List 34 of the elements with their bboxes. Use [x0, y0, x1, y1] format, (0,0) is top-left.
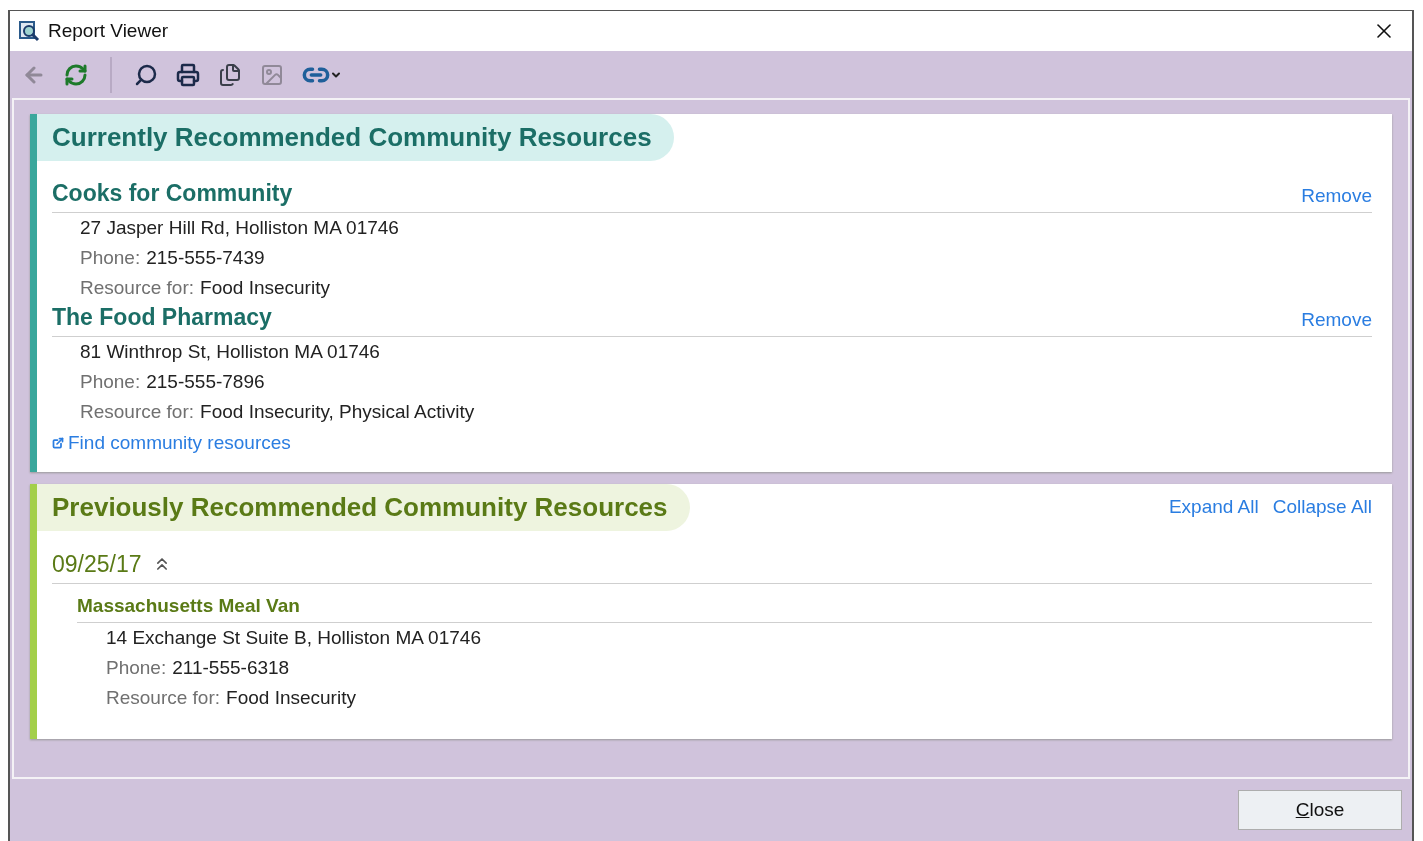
resource-for-label: Resource for: — [80, 276, 195, 300]
expand-all-link[interactable]: Expand All — [1168, 492, 1259, 522]
report-viewer-app-icon — [18, 20, 40, 42]
phone-label: Phone: — [80, 370, 141, 394]
resource-for-value: Food Insecurity — [200, 276, 330, 300]
resource-name: Massachusetts Meal Van — [77, 595, 300, 616]
resource-for-label: Resource for: — [106, 685, 221, 710]
remove-link[interactable]: Remove — [1301, 181, 1372, 210]
resource-for-label: Resource for: — [80, 400, 195, 424]
resource-name: The Food Pharmacy — [52, 302, 273, 332]
window-title: Report Viewer — [48, 18, 169, 43]
section-heading: Currently Recommended Community Resources — [37, 114, 674, 161]
close-button[interactable]: Close — [1238, 790, 1402, 830]
resource-name: Cooks for Community — [52, 178, 294, 208]
resource-address: 81 Winthrop St, Holliston MA 01746 — [80, 340, 381, 364]
resource-address: 27 Jasper Hill Rd, Holliston MA 01746 — [80, 216, 400, 240]
printer-icon[interactable] — [176, 62, 200, 87]
copy-icon[interactable] — [218, 62, 242, 87]
phone-number: 211-555-6318 — [172, 655, 290, 680]
search-icon[interactable] — [134, 62, 158, 87]
section-heading: Previously Recommended Community Resources — [37, 483, 690, 531]
phone-number: 215-555-7896 — [146, 370, 265, 394]
resource-for-value: Food Insecurity — [226, 685, 356, 710]
phone-number: 215-555-7439 — [146, 246, 265, 270]
find-resources-link[interactable]: Find community resources — [68, 429, 291, 458]
phone-label: Phone: — [80, 246, 141, 270]
resource-address: 14 Exchange St Suite B, Holliston MA 01746 — [106, 625, 482, 650]
refresh-icon[interactable] — [64, 62, 88, 87]
collapse-all-link[interactable]: Collapse All — [1272, 492, 1372, 522]
phone-label: Phone: — [106, 655, 167, 680]
external-link-icon — [52, 437, 64, 450]
resource-for-value: Food Insecurity, Physical Activity — [200, 400, 475, 424]
date-heading: 09/25/17 — [52, 549, 142, 579]
remove-link[interactable]: Remove — [1301, 305, 1372, 334]
